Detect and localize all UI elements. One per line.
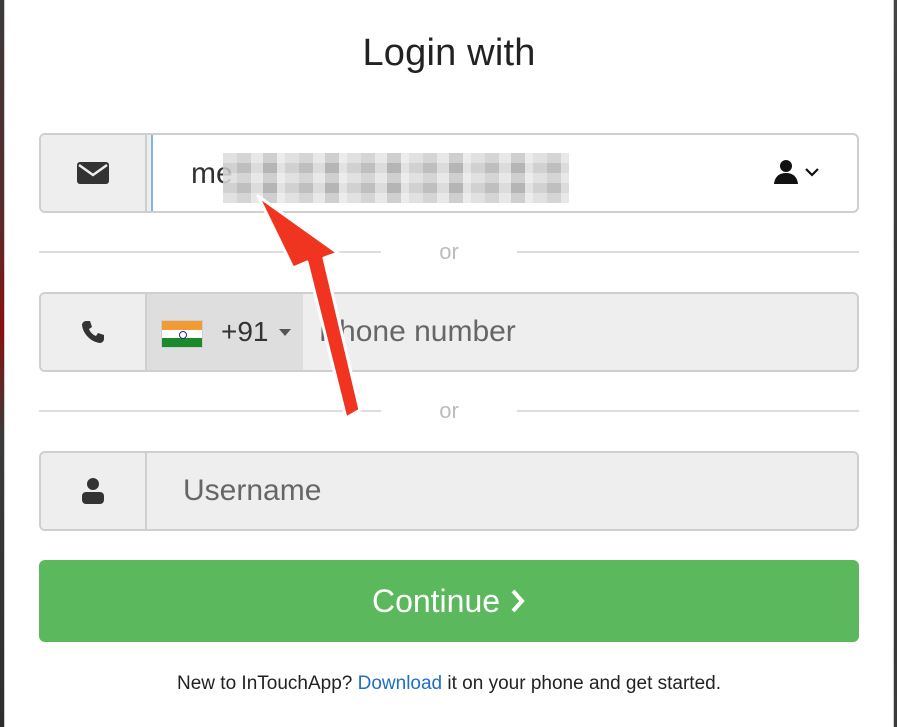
envelope-icon [77,162,109,184]
continue-label: Continue [371,582,501,619]
country-dial-code: +91 [221,316,269,347]
or-text: or [439,398,459,423]
email-redaction-blur [223,153,569,203]
contact-picker-button[interactable] [773,159,819,185]
footer-suffix: it on your phone and get started. [447,673,721,694]
user-icon [82,478,104,504]
continue-button[interactable]: Continue [39,560,859,642]
phone-input-group: +91 [39,292,859,372]
login-modal: Login with me or +91 Phone number or Use… [4,0,894,727]
or-separator: or [39,396,859,426]
signup-footer: New to InTouchApp? Download it on your p… [5,673,893,695]
email-input-group: me [39,133,859,213]
chevron-right-icon [511,589,525,613]
phone-icon [82,321,104,343]
download-link[interactable]: Download [358,673,443,694]
username-input-group [39,451,859,531]
india-flag-icon [161,320,203,348]
footer-prefix: New to InTouchApp? [177,673,353,694]
caret-down-icon [279,329,291,336]
email-field[interactable]: me [151,135,857,211]
country-code-selector[interactable]: +91 [147,294,303,370]
login-title: Login with [362,32,536,74]
person-icon [774,160,798,184]
username-input[interactable] [147,453,857,529]
chevron-down-icon [805,168,819,177]
email-addon [41,135,147,211]
phone-addon [41,294,147,370]
or-separator: or [39,237,859,267]
or-text: or [439,239,459,264]
username-addon [41,453,147,529]
phone-number-input[interactable] [303,294,857,370]
